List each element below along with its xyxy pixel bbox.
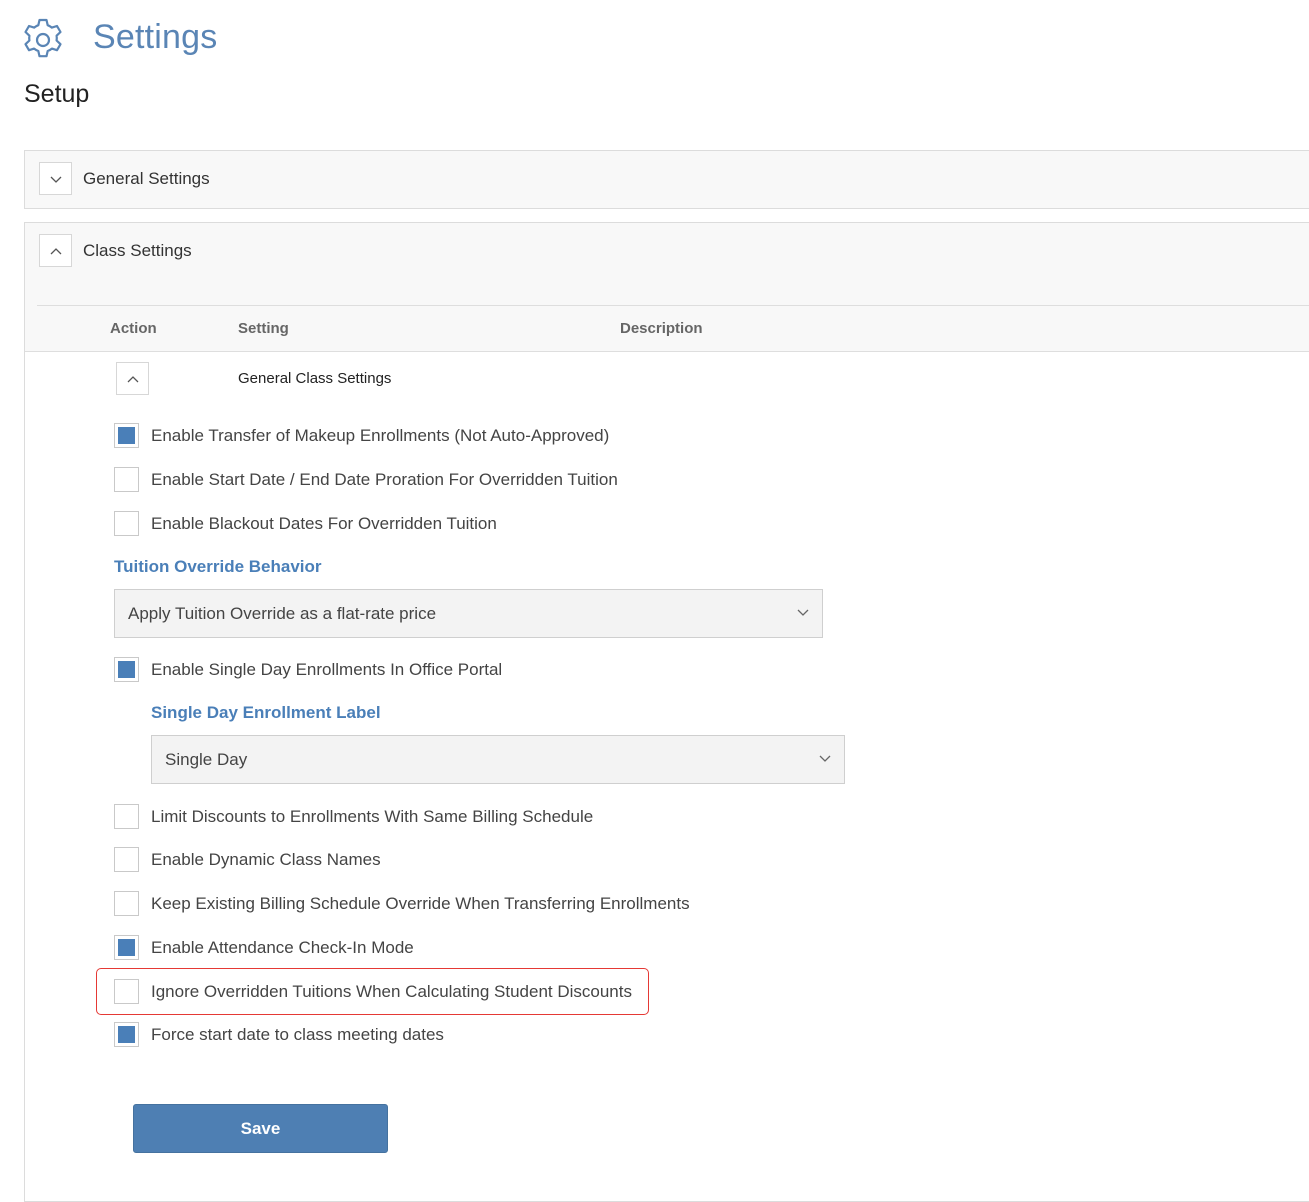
general-settings-label[interactable]: General Settings (83, 169, 210, 189)
checkbox-enable-transfer-makeup[interactable] (114, 423, 139, 448)
chevron-down-icon (50, 176, 61, 183)
class-settings-label[interactable]: Class Settings (83, 241, 192, 261)
option-label: Enable Transfer of Makeup Enrollments (N… (151, 426, 610, 445)
chevron-down-icon (797, 609, 809, 616)
gear-icon (20, 17, 66, 63)
checkbox-dynamic-class-names[interactable] (114, 847, 139, 872)
checkbox-attendance-check-in[interactable] (114, 935, 139, 960)
checkbox-force-start-date[interactable] (114, 1022, 139, 1047)
option-label: Enable Attendance Check-In Mode (151, 938, 414, 957)
single-day-label-heading: Single Day Enrollment Label (151, 703, 381, 722)
option-label: Limit Discounts to Enrollments With Same… (151, 807, 594, 826)
option-label: Ignore Overridden Tuitions When Calculat… (151, 982, 632, 1001)
tuition-override-select[interactable]: Apply Tuition Override as a flat-rate pr… (114, 589, 823, 638)
general-settings-expand-button[interactable] (39, 162, 72, 195)
page-title: Settings (93, 18, 218, 56)
checkbox-ignore-overridden-tuitions[interactable] (114, 979, 139, 1004)
divider (37, 305, 1309, 306)
checkbox-enable-blackout-dates[interactable] (114, 511, 139, 536)
divider (25, 351, 1309, 352)
single-day-label-select[interactable]: Single Day (151, 735, 845, 784)
option-label: Enable Blackout Dates For Overridden Tui… (151, 514, 497, 533)
single-day-label-value: Single Day (165, 749, 248, 769)
column-header-setting: Setting (238, 320, 289, 337)
class-settings-collapse-button[interactable] (39, 234, 72, 267)
section-title: Setup (24, 80, 90, 108)
option-label: Enable Start Date / End Date Proration F… (151, 470, 618, 489)
chevron-down-icon (819, 755, 831, 762)
checkbox-limit-discounts[interactable] (114, 804, 139, 829)
checkbox-keep-billing-override[interactable] (114, 891, 139, 916)
column-header-action: Action (110, 320, 157, 337)
save-button[interactable]: Save (133, 1104, 388, 1153)
option-label: Enable Single Day Enrollments In Office … (151, 660, 503, 679)
option-label: Force start date to class meeting dates (151, 1025, 444, 1044)
tuition-override-label: Tuition Override Behavior (114, 557, 322, 576)
chevron-up-icon (50, 247, 61, 254)
option-label: Enable Dynamic Class Names (151, 850, 381, 869)
option-label: Keep Existing Billing Schedule Override … (151, 894, 690, 913)
chevron-up-icon (127, 375, 138, 382)
column-header-description: Description (620, 320, 703, 337)
general-class-settings-label: General Class Settings (238, 370, 392, 387)
general-class-settings-collapse-button[interactable] (116, 362, 149, 395)
checkbox-enable-proration[interactable] (114, 467, 139, 492)
checkbox-enable-single-day[interactable] (114, 657, 139, 682)
tuition-override-value: Apply Tuition Override as a flat-rate pr… (128, 603, 437, 623)
general-settings-panel (24, 150, 1309, 209)
